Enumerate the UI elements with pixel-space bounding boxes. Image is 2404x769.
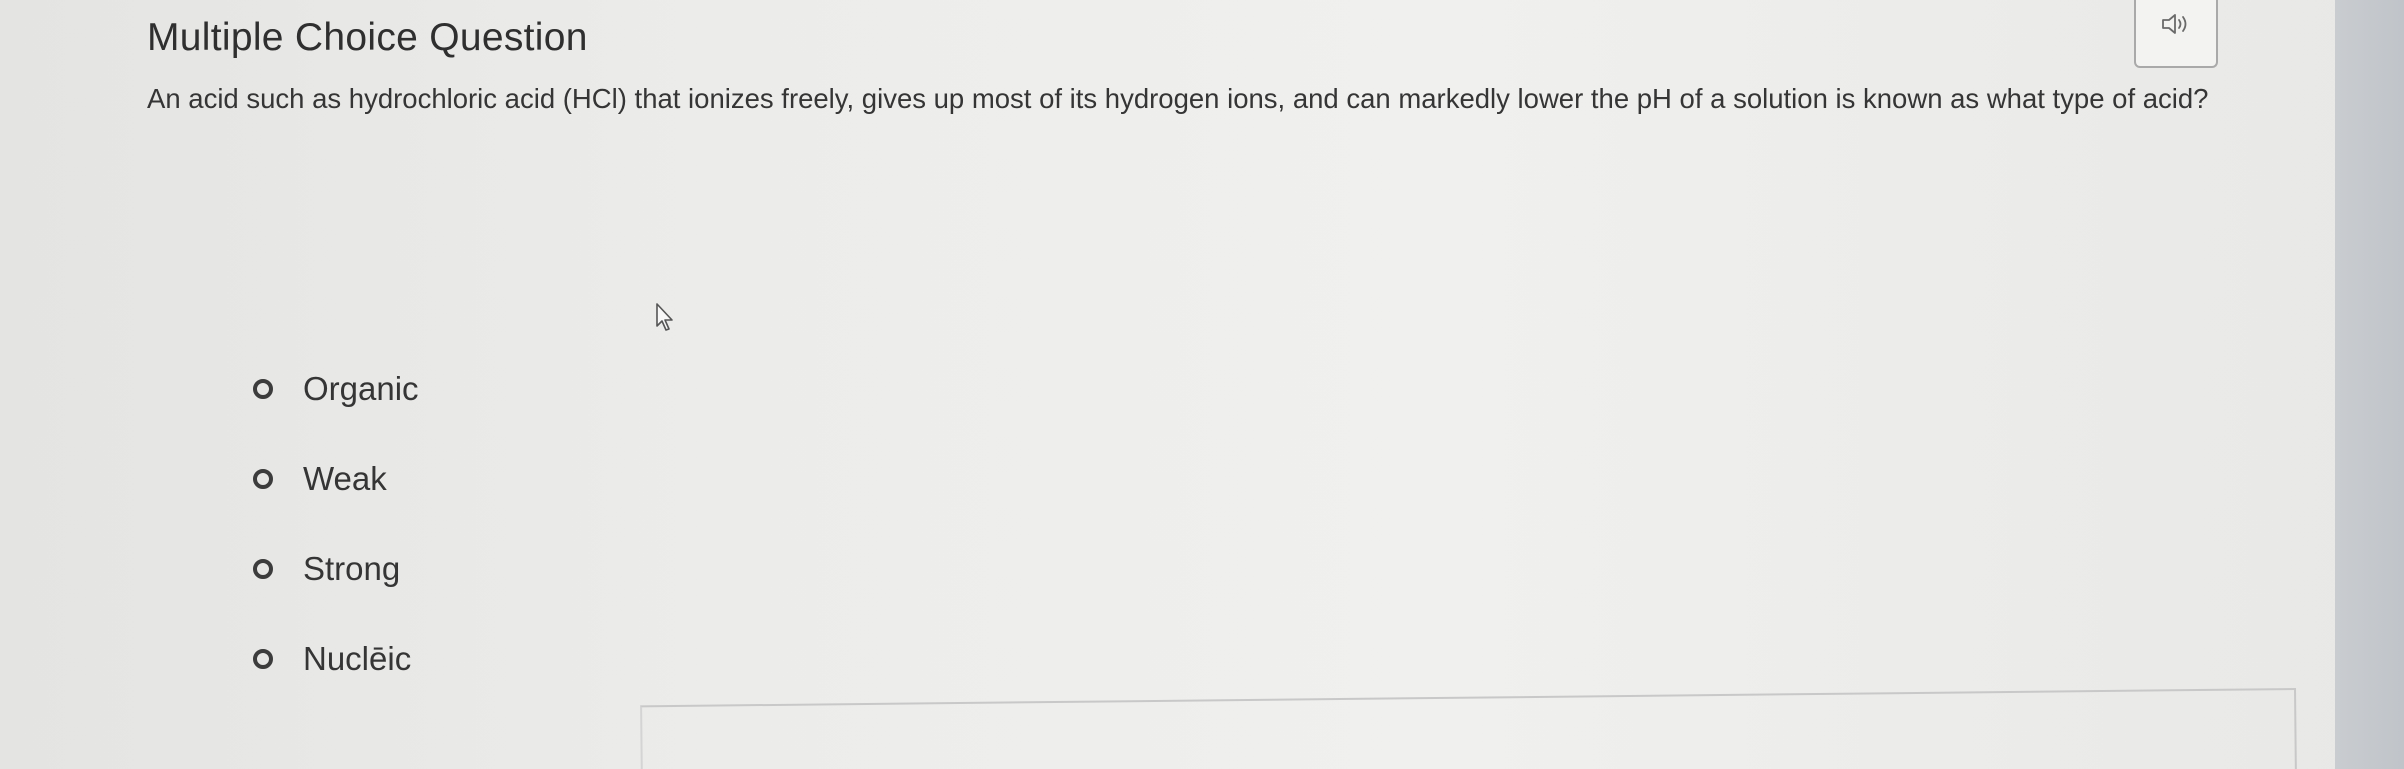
choice-weak[interactable]: Weak: [253, 457, 419, 501]
choice-organic[interactable]: Organic: [253, 367, 419, 411]
choice-label: Strong: [303, 550, 401, 587]
read-aloud-button[interactable]: [2134, 0, 2218, 68]
question-prompt: An acid such as hydrochloric acid (HCl) …: [147, 83, 2209, 114]
answer-choices: Organic Weak Strong Nuclēic: [253, 367, 419, 727]
choice-strong[interactable]: Strong: [253, 547, 419, 591]
speaker-icon: [2162, 14, 2187, 34]
radio-button-strong[interactable]: [253, 559, 273, 579]
next-panel-outline: [640, 688, 2298, 769]
choice-label: Organic: [303, 370, 419, 407]
choice-label: Weak: [303, 460, 387, 497]
window-edge: [2335, 0, 2404, 769]
choice-nucleic[interactable]: Nuclēic: [253, 637, 419, 681]
choice-label: Nuclēic: [303, 640, 412, 677]
radio-button-weak[interactable]: [253, 469, 273, 489]
radio-button-organic[interactable]: [253, 379, 273, 399]
radio-button-nucleic[interactable]: [253, 649, 273, 669]
page-title: Multiple Choice Question: [147, 16, 588, 59]
question-card: Multiple Choice Question An acid such as…: [0, 0, 2335, 769]
mouse-pointer-icon: [655, 302, 677, 337]
